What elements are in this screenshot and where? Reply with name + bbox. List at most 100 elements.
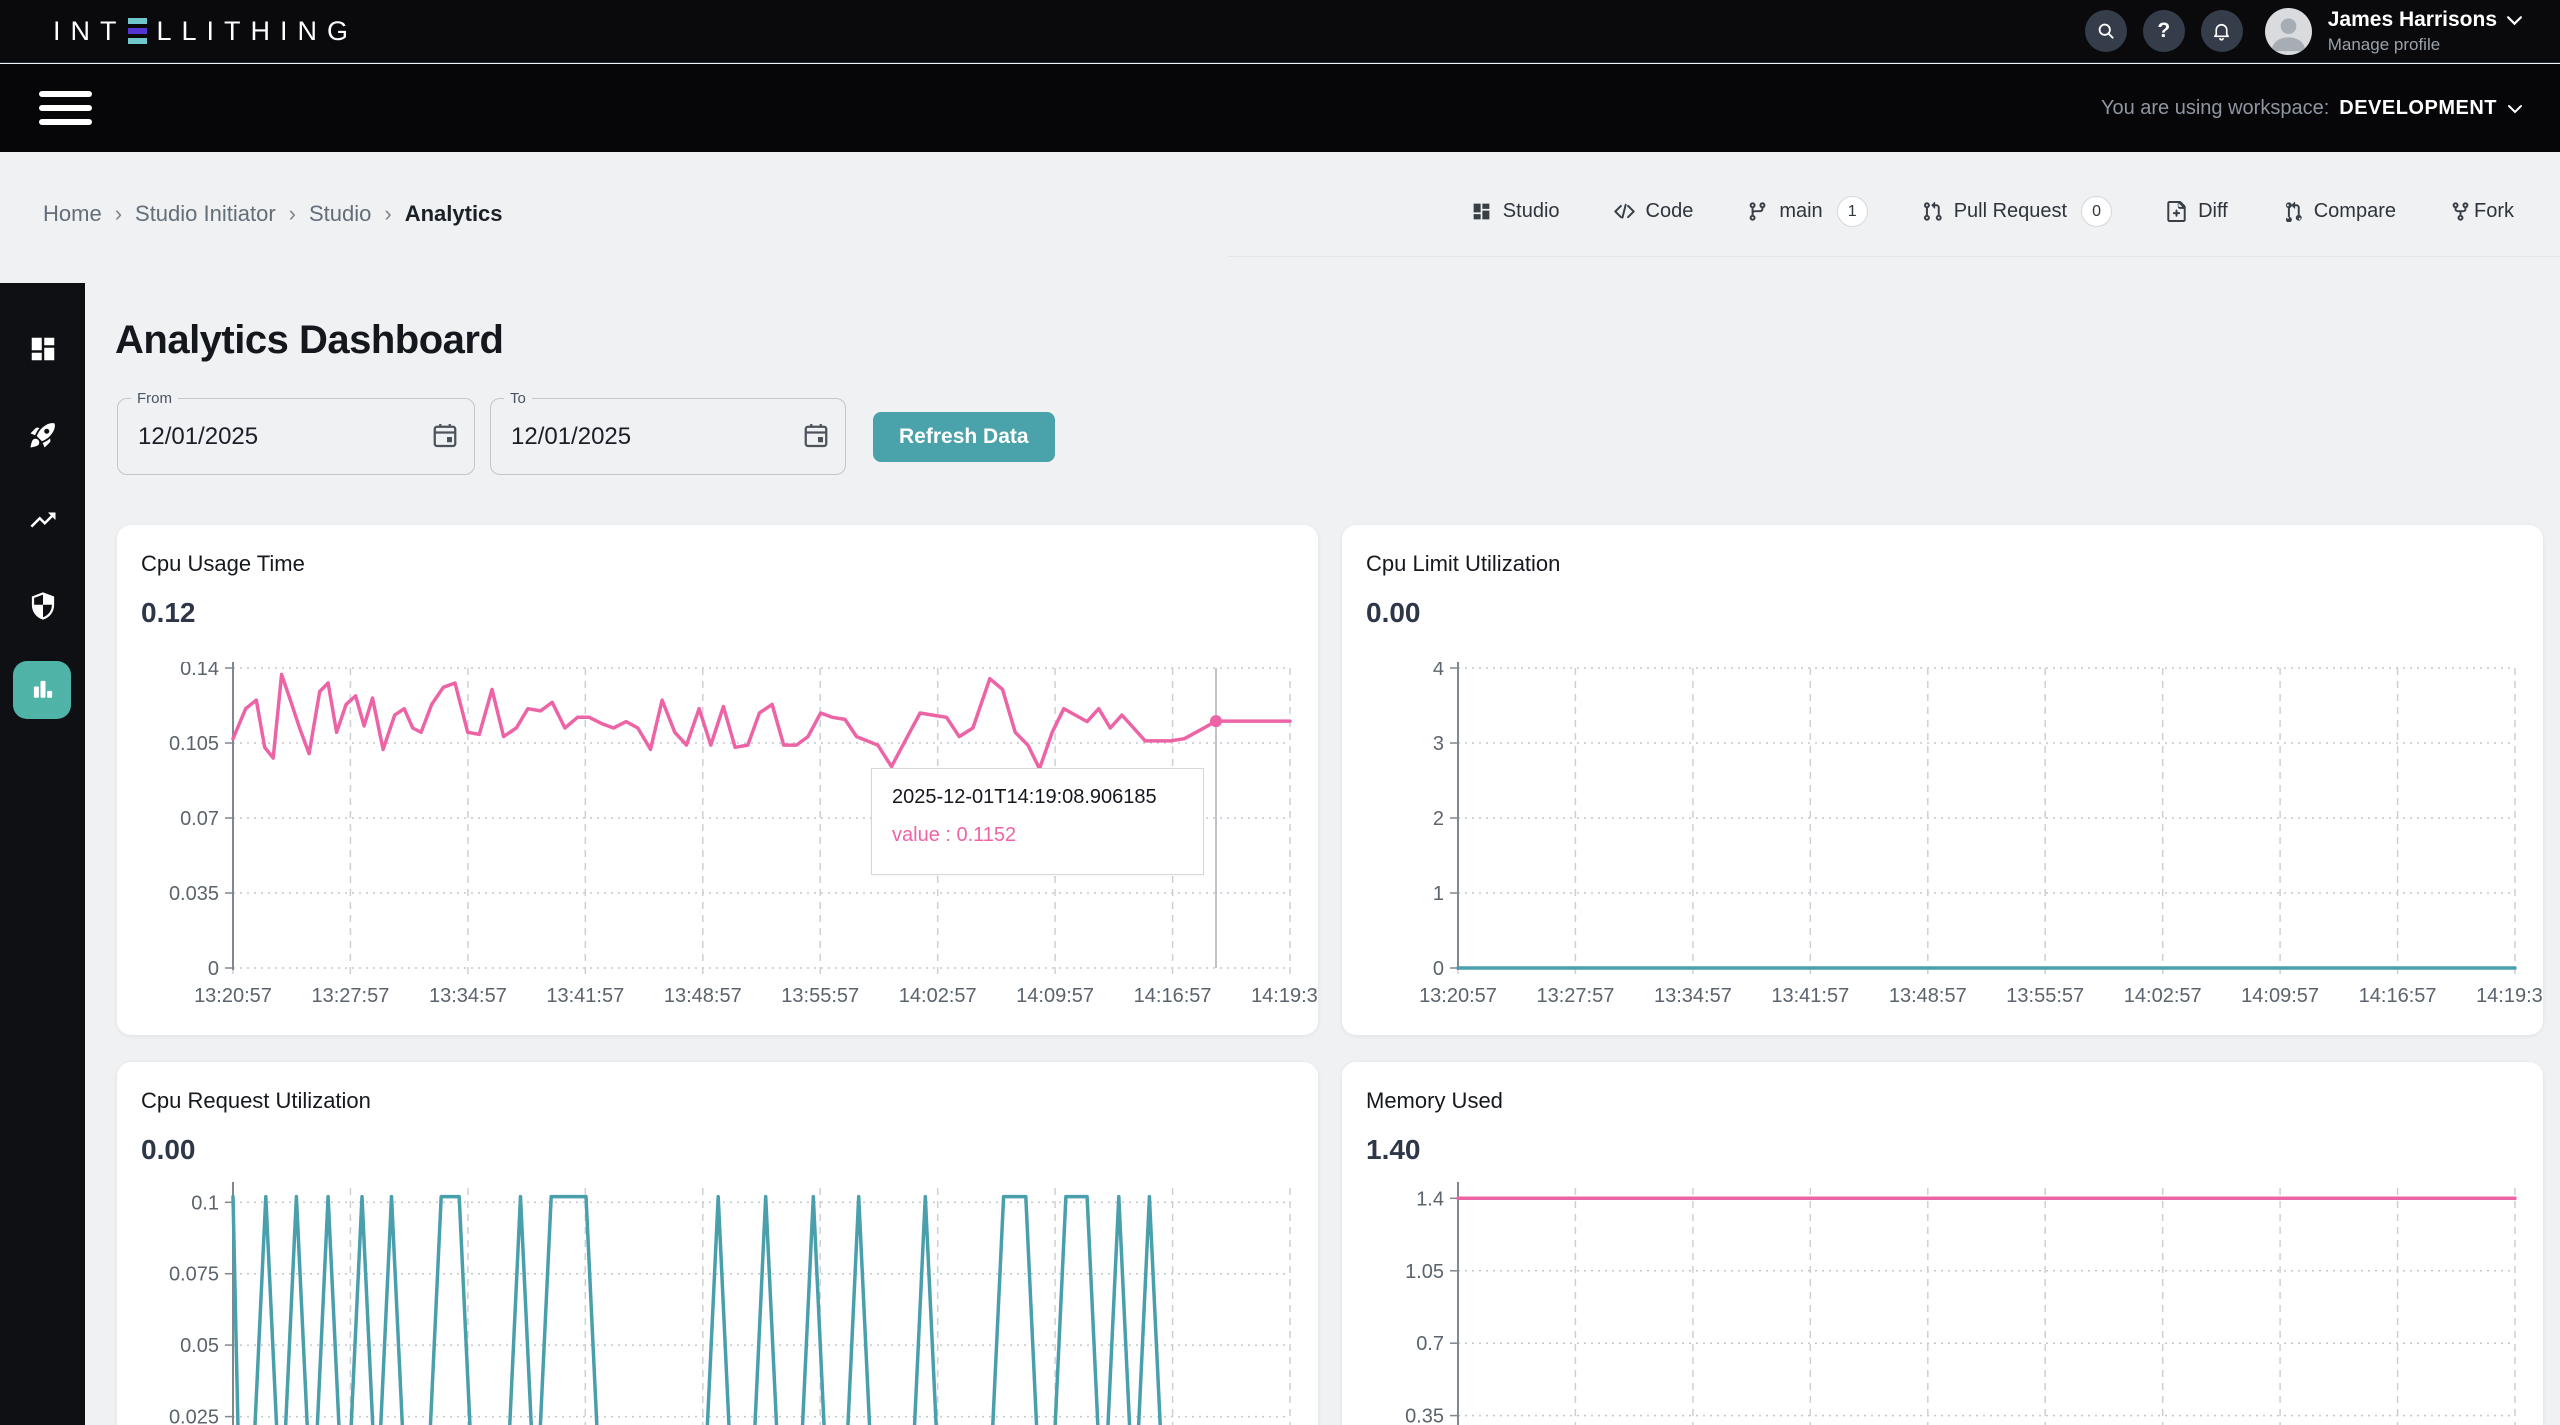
svg-text:0: 0 bbox=[1433, 958, 1444, 980]
bell-icon bbox=[2211, 21, 2232, 42]
svg-text:13:48:57: 13:48:57 bbox=[1889, 985, 1967, 1007]
code-icon bbox=[1613, 201, 1635, 222]
chart-current-value: 0.00 bbox=[1366, 597, 1421, 628]
help-button[interactable]: ? bbox=[2142, 10, 2185, 52]
svg-text:13:34:57: 13:34:57 bbox=[429, 985, 507, 1007]
logo-text-left: INT bbox=[53, 15, 127, 46]
tooltip-value: value : 0.1152 bbox=[892, 824, 1017, 846]
code-tab[interactable]: Code bbox=[1613, 200, 1694, 223]
breadcrumb-separator: › bbox=[114, 201, 123, 226]
svg-text:13:55:57: 13:55:57 bbox=[2006, 985, 2084, 1007]
cpu-limit-utilization-chart[interactable]: 0 1 2 3 4 13:20:57 13:27:57 13:34:57 13:41:57 13:… bbox=[1342, 658, 2554, 1014]
toolbar-divider bbox=[1228, 256, 2560, 257]
svg-text:0.105: 0.105 bbox=[169, 733, 219, 755]
compare-label: Compare bbox=[2313, 200, 2396, 222]
date-to-input[interactable] bbox=[511, 399, 751, 474]
fork-icon bbox=[2450, 201, 2471, 222]
svg-text:0.14: 0.14 bbox=[180, 662, 219, 680]
memory-used-chart[interactable]: 00.350.71.051.413:20:5713:27:5713:34:571… bbox=[1342, 1182, 2543, 1425]
svg-text:13:41:57: 13:41:57 bbox=[1771, 985, 1849, 1007]
diff-label: Diff bbox=[2198, 200, 2228, 222]
avatar[interactable] bbox=[2264, 7, 2312, 55]
date-from-input[interactable] bbox=[138, 399, 378, 474]
svg-text:13:20:57: 13:20:57 bbox=[1419, 985, 1497, 1007]
tooltip-timestamp: 2025-12-01T14:19:08.906185 bbox=[892, 786, 1157, 808]
user-block[interactable]: James Harrisons Manage profile bbox=[2328, 7, 2523, 55]
calendar-icon[interactable] bbox=[430, 420, 460, 453]
chart-tooltip: 2025-12-01T14:19:08.906185 value : 0.115… bbox=[871, 768, 1204, 875]
help-icon: ? bbox=[2157, 19, 2171, 42]
svg-text:0.07: 0.07 bbox=[180, 808, 219, 830]
svg-text:13:55:57: 13:55:57 bbox=[781, 985, 859, 1007]
breadcrumb-studio-initiator[interactable]: Studio Initiator bbox=[135, 201, 276, 227]
svg-text:14:19:35: 14:19:35 bbox=[2476, 985, 2543, 1007]
brand-logo: INT LLITHING bbox=[53, 16, 358, 47]
svg-text:13:20:57: 13:20:57 bbox=[194, 985, 272, 1007]
svg-text:14:19:35: 14:19:35 bbox=[1251, 985, 1318, 1007]
fork-tab[interactable]: Fork bbox=[2450, 200, 2514, 223]
chart-current-value: 0.00 bbox=[141, 1134, 196, 1165]
breadcrumb-home[interactable]: Home bbox=[43, 201, 102, 227]
svg-text:0.035: 0.035 bbox=[169, 883, 219, 905]
diff-tab[interactable]: Diff bbox=[2166, 200, 2228, 223]
cpu-request-utilization-chart[interactable]: 00.0250.050.0750.113:20:5713:27:5713:34:… bbox=[117, 1182, 1318, 1425]
manage-profile-link[interactable]: Manage profile bbox=[2328, 34, 2523, 55]
sidebar-item-dashboard[interactable] bbox=[0, 320, 85, 380]
branch-selector[interactable]: main 1 bbox=[1747, 196, 1868, 227]
svg-text:14:09:57: 14:09:57 bbox=[1016, 985, 1094, 1007]
svg-text:13:27:57: 13:27:57 bbox=[1536, 985, 1614, 1007]
calendar-icon[interactable] bbox=[801, 420, 831, 453]
date-to-field: To bbox=[490, 390, 846, 475]
breadcrumb-current: Analytics bbox=[404, 201, 503, 226]
breadcrumb: Home › Studio Initiator › Studio › Analy… bbox=[43, 201, 503, 227]
studio-grid-icon bbox=[1471, 201, 1492, 222]
chevron-down-icon bbox=[2507, 97, 2523, 120]
studio-label: Studio bbox=[1502, 200, 1560, 222]
workspace-selector[interactable]: You are using workspace: DEVELOPMENT bbox=[2101, 97, 2523, 120]
sidebar-item-trends[interactable] bbox=[0, 491, 85, 551]
pull-request-icon bbox=[1922, 201, 1943, 222]
page-title: Analytics Dashboard bbox=[115, 318, 504, 362]
svg-text:0.025: 0.025 bbox=[169, 1407, 219, 1425]
svg-text:3: 3 bbox=[1433, 733, 1444, 755]
svg-text:14:02:57: 14:02:57 bbox=[899, 985, 977, 1007]
chart-title: Cpu Usage Time bbox=[141, 551, 305, 576]
hamburger-menu-button[interactable] bbox=[39, 91, 92, 125]
sidebar-item-launch[interactable] bbox=[0, 406, 85, 466]
svg-text:2: 2 bbox=[1433, 808, 1444, 830]
cpu-usage-time-card: Cpu Usage Time 0.12 0 0.035 0.07 0.105 0.14 1… bbox=[117, 525, 1329, 1035]
studio-tab[interactable]: Studio bbox=[1471, 200, 1560, 223]
chart-title: Cpu Limit Utilization bbox=[1366, 551, 1561, 576]
search-button[interactable] bbox=[2084, 10, 2127, 52]
trending-up-icon bbox=[28, 505, 58, 538]
logo-text-right: LLITHING bbox=[156, 15, 359, 46]
refresh-data-button[interactable]: Refresh Data bbox=[873, 412, 1055, 462]
code-label: Code bbox=[1645, 200, 1694, 222]
svg-text:1: 1 bbox=[1433, 883, 1444, 905]
svg-text:0.1: 0.1 bbox=[191, 1192, 219, 1214]
menu-bar: You are using workspace: DEVELOPMENT bbox=[0, 64, 2560, 152]
workspace-label: You are using workspace: bbox=[2100, 96, 2330, 119]
svg-text:14:16:57: 14:16:57 bbox=[2359, 985, 2437, 1007]
svg-text:4: 4 bbox=[1433, 662, 1444, 680]
compare-tab[interactable]: Compare bbox=[2282, 200, 2396, 223]
pull-request-tab[interactable]: Pull Request 0 bbox=[1922, 196, 2113, 227]
sidebar-item-analytics-active[interactable] bbox=[13, 661, 71, 719]
breadcrumb-studio[interactable]: Studio bbox=[309, 201, 371, 227]
notifications-button[interactable] bbox=[2200, 10, 2243, 52]
sidebar-item-security[interactable] bbox=[0, 577, 85, 637]
pull-request-count-badge: 0 bbox=[2081, 196, 2113, 227]
svg-text:14:16:57: 14:16:57 bbox=[1134, 985, 1212, 1007]
logo-e-glyph-icon bbox=[127, 17, 147, 45]
git-compare-icon bbox=[2282, 201, 2303, 222]
memory-used-card: Memory Used 1.40 00.350.71.051.413:20:57… bbox=[1342, 1062, 2543, 1425]
breadcrumb-separator: › bbox=[384, 201, 392, 226]
bar-chart-icon bbox=[27, 674, 57, 707]
svg-text:14:02:57: 14:02:57 bbox=[2124, 985, 2202, 1007]
svg-text:1.05: 1.05 bbox=[1405, 1261, 1444, 1283]
chart-title: Cpu Request Utilization bbox=[141, 1088, 371, 1113]
svg-text:13:34:57: 13:34:57 bbox=[1654, 985, 1732, 1007]
workspace-value: DEVELOPMENT bbox=[2339, 96, 2497, 119]
svg-text:0.7: 0.7 bbox=[1416, 1333, 1444, 1355]
svg-text:1.4: 1.4 bbox=[1416, 1188, 1444, 1210]
